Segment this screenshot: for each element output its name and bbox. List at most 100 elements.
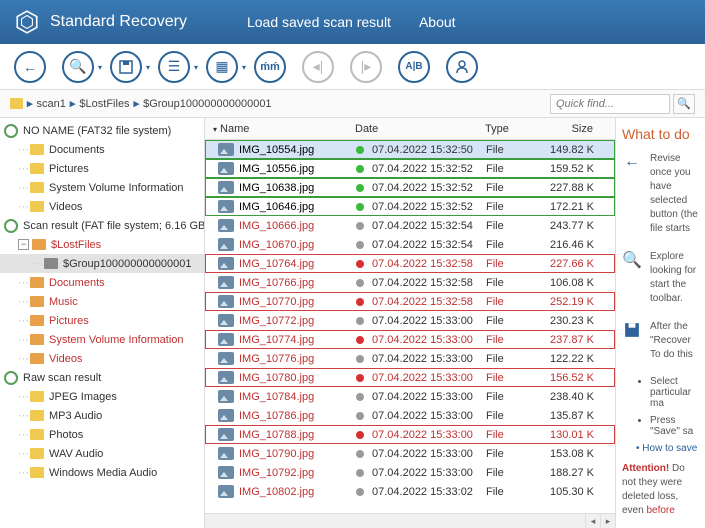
file-row[interactable]: IMG_10788.jpg07.04.2022 15:33:00File130.… — [205, 425, 615, 444]
tree-item[interactable]: NO NAME (FAT32 file system) — [0, 121, 204, 140]
next-button[interactable]: |▸ — [350, 51, 382, 83]
file-row[interactable]: IMG_10772.jpg07.04.2022 15:33:00File230.… — [205, 311, 615, 330]
file-row[interactable]: IMG_10802.jpg07.04.2022 15:33:02File105.… — [205, 482, 615, 501]
file-row[interactable]: IMG_10766.jpg07.04.2022 15:32:58File106.… — [205, 273, 615, 292]
file-size: 237.87 K — [541, 334, 596, 346]
tree-item[interactable]: ⋯Photos — [0, 425, 204, 444]
back-button[interactable]: ← — [14, 51, 46, 83]
file-row[interactable]: IMG_10764.jpg07.04.2022 15:32:58File227.… — [205, 254, 615, 273]
file-row[interactable]: IMG_10554.jpg07.04.2022 15:32:50File149.… — [205, 140, 615, 159]
image-file-icon — [218, 257, 234, 270]
tree-item[interactable]: ⋯JPEG Images — [0, 387, 204, 406]
tree-hscroll[interactable]: ◂▸ — [205, 513, 615, 528]
file-size: 159.52 K — [541, 163, 596, 175]
arrow-left-icon: ← — [622, 152, 642, 172]
file-row[interactable]: IMG_10638.jpg07.04.2022 15:32:52File227.… — [205, 178, 615, 197]
folder-icon — [30, 467, 44, 478]
tree-item[interactable]: ⋯System Volume Information — [0, 330, 204, 349]
col-size-header[interactable]: Size — [540, 123, 595, 135]
file-size: 227.66 K — [541, 258, 596, 270]
breadcrumb[interactable]: ▸ scan1 ▸ $LostFiles ▸ $Group10000000000… — [10, 97, 550, 110]
tree-item[interactable]: ⋯Windows Media Audio — [0, 463, 204, 482]
folder-icon — [30, 144, 44, 155]
drive-icon — [4, 124, 18, 138]
menu-load-saved[interactable]: Load saved scan result — [247, 14, 391, 30]
file-row[interactable]: IMG_10780.jpg07.04.2022 15:33:00File156.… — [205, 368, 615, 387]
tree-item[interactable]: ⋯Pictures — [0, 159, 204, 178]
file-row[interactable]: IMG_10786.jpg07.04.2022 15:33:00File135.… — [205, 406, 615, 425]
image-file-icon — [218, 466, 234, 479]
file-list[interactable]: IMG_10554.jpg07.04.2022 15:32:50File149.… — [205, 140, 615, 513]
file-row[interactable]: IMG_10774.jpg07.04.2022 15:33:00File237.… — [205, 330, 615, 349]
file-name: IMG_10556.jpg — [239, 163, 314, 175]
person-button[interactable] — [446, 51, 478, 83]
breadcrumb-part[interactable]: $Group100000000000001 — [143, 98, 271, 110]
save-button[interactable]: ▾ — [110, 51, 142, 83]
tree-label: System Volume Information — [49, 334, 184, 346]
status-dot-icon — [356, 241, 364, 249]
file-row[interactable]: IMG_10770.jpg07.04.2022 15:32:58File252.… — [205, 292, 615, 311]
col-name-header[interactable]: ▾Name — [205, 123, 355, 135]
tree-item[interactable]: ⋯WAV Audio — [0, 444, 204, 463]
file-row[interactable]: IMG_10556.jpg07.04.2022 15:32:52File159.… — [205, 159, 615, 178]
tree-item[interactable]: ⋯Videos — [0, 197, 204, 216]
tree-item[interactable]: ⋯Documents — [0, 140, 204, 159]
file-date: 07.04.2022 15:32:58 — [372, 258, 473, 270]
zoom-button[interactable]: 🔍▾ — [62, 51, 94, 83]
tree-item[interactable]: ⋯Documents — [0, 273, 204, 292]
file-size: 230.23 K — [541, 315, 596, 327]
image-file-icon — [218, 276, 234, 289]
grid-view-button[interactable]: ▦▾ — [206, 51, 238, 83]
file-row[interactable]: IMG_10670.jpg07.04.2022 15:32:54File216.… — [205, 235, 615, 254]
prev-button[interactable]: ◂| — [302, 51, 334, 83]
file-row[interactable]: IMG_10784.jpg07.04.2022 15:33:00File238.… — [205, 387, 615, 406]
tree-label: System Volume Information — [49, 182, 184, 194]
file-row[interactable]: IMG_10666.jpg07.04.2022 15:32:54File243.… — [205, 216, 615, 235]
folder-icon — [30, 448, 44, 459]
tree-item[interactable]: ⋯System Volume Information — [0, 178, 204, 197]
folder-tree[interactable]: NO NAME (FAT32 file system)⋯Documents⋯Pi… — [0, 118, 205, 528]
file-date: 07.04.2022 15:33:00 — [372, 429, 473, 441]
status-dot-icon — [356, 222, 364, 230]
scroll-right-icon[interactable]: ▸ — [600, 514, 615, 528]
save-icon — [622, 320, 642, 340]
tree-label: Videos — [49, 353, 82, 365]
list-view-button[interactable]: ☰▾ — [158, 51, 190, 83]
menu-about[interactable]: About — [419, 14, 456, 30]
file-type: File — [486, 258, 541, 270]
image-file-icon — [218, 485, 234, 498]
tree-item[interactable]: ⋯Videos — [0, 349, 204, 368]
file-row[interactable]: IMG_10776.jpg07.04.2022 15:33:00File122.… — [205, 349, 615, 368]
help-text: Revise once you have selected button (th… — [650, 152, 699, 236]
col-date-header[interactable]: Date — [355, 123, 485, 135]
help-link[interactable]: • How to save — [636, 443, 699, 454]
scroll-left-icon[interactable]: ◂ — [585, 514, 600, 528]
tree-item[interactable]: ⋯Pictures — [0, 311, 204, 330]
quick-find-input[interactable] — [550, 94, 670, 114]
file-name: IMG_10790.jpg — [239, 448, 314, 460]
file-row[interactable]: IMG_10646.jpg07.04.2022 15:32:52File172.… — [205, 197, 615, 216]
file-size: 243.77 K — [541, 220, 596, 232]
tree-item[interactable]: Scan result (FAT file system; 6.16 GB in… — [0, 216, 204, 235]
search-button[interactable]: 🔍 — [673, 94, 695, 114]
file-size: 252.19 K — [541, 296, 596, 308]
tree-item[interactable]: ⋯$Group100000000000001 — [0, 254, 204, 273]
image-file-icon — [218, 314, 234, 327]
file-row[interactable]: IMG_10790.jpg07.04.2022 15:33:00File153.… — [205, 444, 615, 463]
col-type-header[interactable]: Type — [485, 123, 540, 135]
file-row[interactable]: IMG_10792.jpg07.04.2022 15:33:00File188.… — [205, 463, 615, 482]
file-name: IMG_10770.jpg — [239, 296, 314, 308]
tree-item[interactable]: ⋯MP3 Audio — [0, 406, 204, 425]
image-file-icon — [218, 428, 234, 441]
tree-item[interactable]: Raw scan result — [0, 368, 204, 387]
status-dot-icon — [356, 393, 364, 401]
tree-item[interactable]: ⋯Music — [0, 292, 204, 311]
collapse-icon[interactable]: − — [18, 239, 29, 250]
find-button[interactable]: ḿḿ — [254, 51, 286, 83]
help-text: After the "Recover To do this — [650, 320, 699, 362]
file-name: IMG_10646.jpg — [239, 201, 314, 213]
ab-button[interactable]: A|B — [398, 51, 430, 83]
breadcrumb-part[interactable]: scan1 — [37, 98, 66, 110]
tree-item[interactable]: −$LostFiles — [0, 235, 204, 254]
breadcrumb-part[interactable]: $LostFiles — [79, 98, 129, 110]
